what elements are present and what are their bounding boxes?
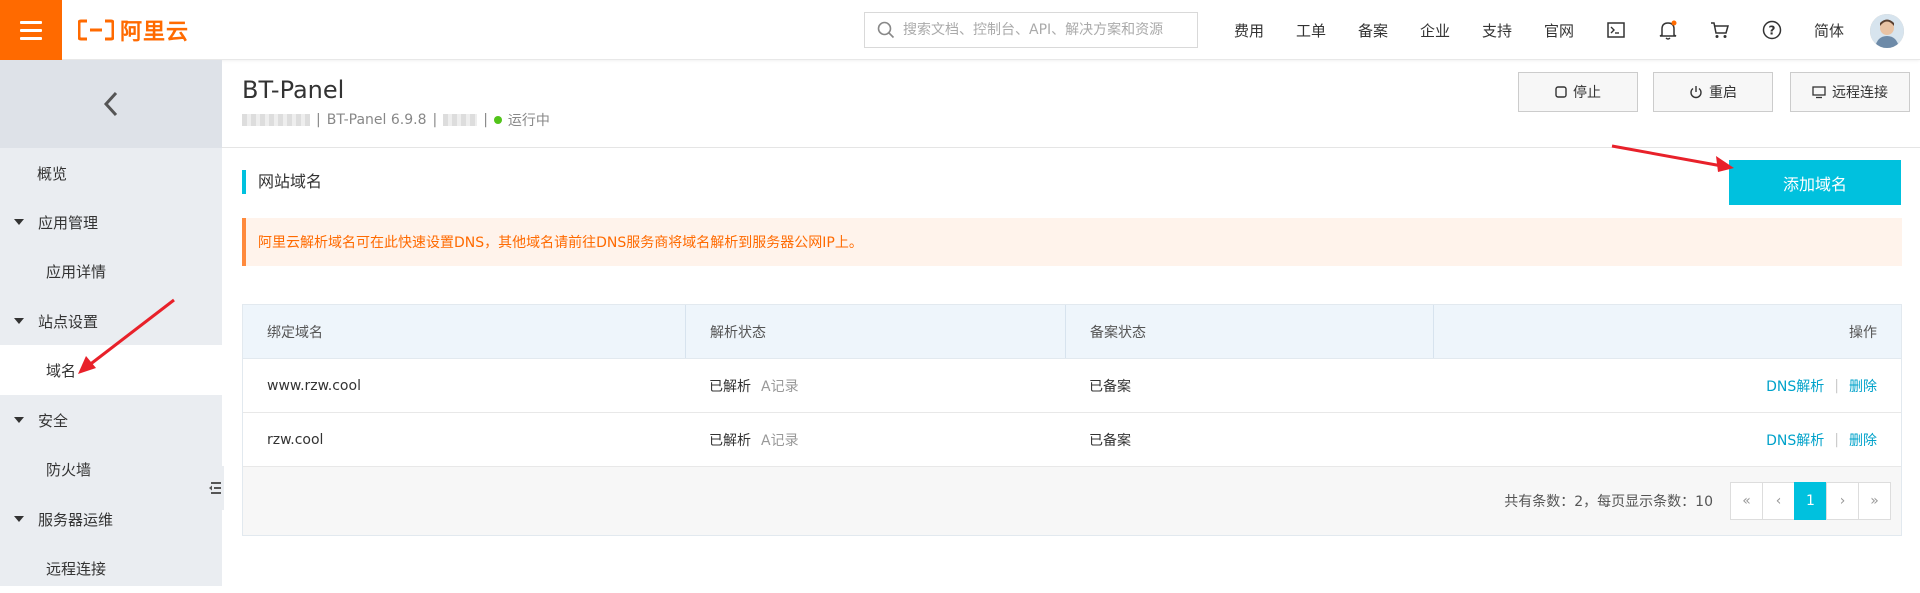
terminal-icon[interactable] (1590, 0, 1642, 60)
sidebar-item-firewall[interactable]: 防火墙 (0, 444, 222, 494)
dns-status-cell: 已解析 A记录 (685, 359, 1065, 412)
sidebar-group-label: 应用管理 (38, 213, 99, 232)
panel-version: BT-Panel 6.9.8 (326, 112, 427, 128)
nav-icp[interactable]: 备案 (1342, 20, 1404, 41)
remote-connect-label: 远程连接 (1832, 85, 1888, 101)
restart-button[interactable]: 重启 (1653, 72, 1773, 112)
status-text: 运行中 (507, 113, 550, 129)
stop-button-label: 停止 (1573, 85, 1601, 101)
stop-icon (1555, 86, 1567, 98)
power-icon (1690, 86, 1702, 99)
annotation-arrow-add-domain (1611, 144, 1734, 172)
dns-notice: 阿里云解析域名可在此快速设置DNS，其他域名请前往DNS服务商将域名解析到服务器… (242, 218, 1902, 266)
top-bar: 阿里云 费用 工单 备案 企业 支持 官网 ? 简体 (0, 0, 1920, 60)
pagination: « ‹ 1 › » (1730, 482, 1891, 520)
domain-name: www.rzw.cool (267, 377, 361, 394)
list-collapse-icon (209, 482, 221, 494)
col-header-actions: 操作 (1433, 305, 1901, 358)
delete-link[interactable]: 删除 (1849, 376, 1877, 396)
nav-support[interactable]: 支持 (1466, 20, 1528, 41)
back-button[interactable] (0, 60, 222, 148)
remote-connect-button[interactable]: 远程连接 (1790, 72, 1910, 112)
sidebar-item-app-details[interactable]: 应用详情 (0, 246, 222, 296)
help-icon[interactable]: ? (1746, 0, 1798, 60)
total-count: 共有条数：2，每页显示条数：10 (1504, 494, 1713, 510)
dns-status: 已解析 (709, 432, 751, 449)
aliyun-logo-icon (78, 19, 114, 41)
sidebar-item-overview[interactable]: 概览 (0, 148, 222, 198)
page-1-button[interactable]: 1 (1794, 482, 1827, 520)
search-icon (877, 21, 895, 39)
add-domain-button[interactable]: 添加域名 (1729, 160, 1901, 205)
sidebar-item-domain[interactable]: 域名 (0, 345, 222, 395)
svg-text:?: ? (1769, 24, 1776, 38)
nav-tickets[interactable]: 工单 (1280, 20, 1342, 41)
prev-page-button[interactable]: ‹ (1762, 482, 1795, 520)
sidebar-group-label: 服务器运维 (38, 510, 114, 529)
sidebar-group-security[interactable]: 安全 (0, 395, 222, 445)
user-avatar[interactable] (1870, 14, 1904, 48)
bell-icon[interactable] (1642, 0, 1694, 60)
nav-enterprise[interactable]: 企业 (1404, 20, 1466, 41)
last-page-button[interactable]: » (1858, 482, 1891, 520)
record-type: A记录 (761, 432, 799, 449)
domain-table: 绑定域名 解析状态 备案状态 操作 www.rzw.cool 已解析 A记录 已… (242, 304, 1902, 536)
dns-status-cell: 已解析 A记录 (685, 413, 1065, 466)
nav-official-site[interactable]: 官网 (1528, 20, 1590, 41)
record-type: A记录 (761, 378, 799, 395)
status-dot (493, 116, 502, 124)
redacted-instance-id (242, 114, 310, 126)
actions-cell: DNS解析 | 删除 (1766, 376, 1877, 396)
actions-cell: DNS解析 | 删除 (1766, 430, 1877, 450)
remote-desktop-icon (1812, 86, 1826, 99)
sidebar-group-app-management[interactable]: 应用管理 (0, 197, 222, 247)
nav-fees[interactable]: 费用 (1218, 20, 1280, 41)
section-title: 网站域名 (242, 170, 322, 194)
caret-down-icon (14, 318, 24, 324)
search-input[interactable] (903, 22, 1193, 38)
sidebar-group-label: 站点设置 (38, 312, 99, 331)
caret-down-icon (14, 516, 24, 522)
top-nav: 费用 工单 备案 企业 支持 官网 ? 简体 (1218, 0, 1860, 60)
col-header-dns-status: 解析状态 (685, 305, 1065, 358)
sidebar-group-site-settings[interactable]: 站点设置 (0, 296, 222, 346)
sidebar: 概览 应用管理 应用详情 站点设置 域名 安全 防火墙 服务器运维 远程连接 (0, 60, 222, 586)
next-page-button[interactable]: › (1826, 482, 1859, 520)
table-row: www.rzw.cool 已解析 A记录 已备案 DNS解析 | 删除 (243, 359, 1901, 413)
restart-button-label: 重启 (1709, 85, 1737, 101)
caret-down-icon (14, 219, 24, 225)
header-divider (222, 147, 1920, 148)
col-header-icp-status: 备案状态 (1065, 305, 1433, 358)
redacted-ip (443, 114, 478, 126)
sidebar-group-server-ops[interactable]: 服务器运维 (0, 494, 222, 544)
stop-button[interactable]: 停止 (1518, 72, 1638, 112)
domain-name: rzw.cool (267, 431, 324, 448)
first-page-button[interactable]: « (1730, 482, 1763, 520)
caret-down-icon (14, 417, 24, 423)
language-switch[interactable]: 简体 (1798, 20, 1860, 41)
chevron-left-icon (103, 91, 118, 117)
search-box[interactable] (864, 12, 1198, 48)
icp-status: 已备案 (1089, 378, 1131, 395)
instance-meta: | BT-Panel 6.9.8 | | 运行中 (242, 110, 550, 130)
dns-resolve-link[interactable]: DNS解析 (1766, 430, 1824, 450)
sidebar-group-label: 安全 (38, 411, 69, 430)
menu-icon[interactable] (0, 0, 62, 60)
sidebar-collapse-toggle[interactable] (206, 466, 224, 510)
cart-icon[interactable] (1694, 0, 1746, 60)
logo-text: 阿里云 (120, 20, 190, 45)
col-header-domain: 绑定域名 (267, 324, 323, 341)
table-row: rzw.cool 已解析 A记录 已备案 DNS解析 | 删除 (243, 413, 1901, 467)
dns-status: 已解析 (709, 378, 751, 395)
dns-resolve-link[interactable]: DNS解析 (1766, 376, 1824, 396)
table-footer: 共有条数：2，每页显示条数：10 « ‹ 1 › » (243, 467, 1901, 535)
page-title: BT-Panel (242, 76, 345, 104)
icp-status: 已备案 (1089, 432, 1131, 449)
table-header: 绑定域名 解析状态 备案状态 操作 (243, 305, 1901, 359)
delete-link[interactable]: 删除 (1849, 430, 1877, 450)
aliyun-logo[interactable]: 阿里云 (78, 16, 190, 45)
